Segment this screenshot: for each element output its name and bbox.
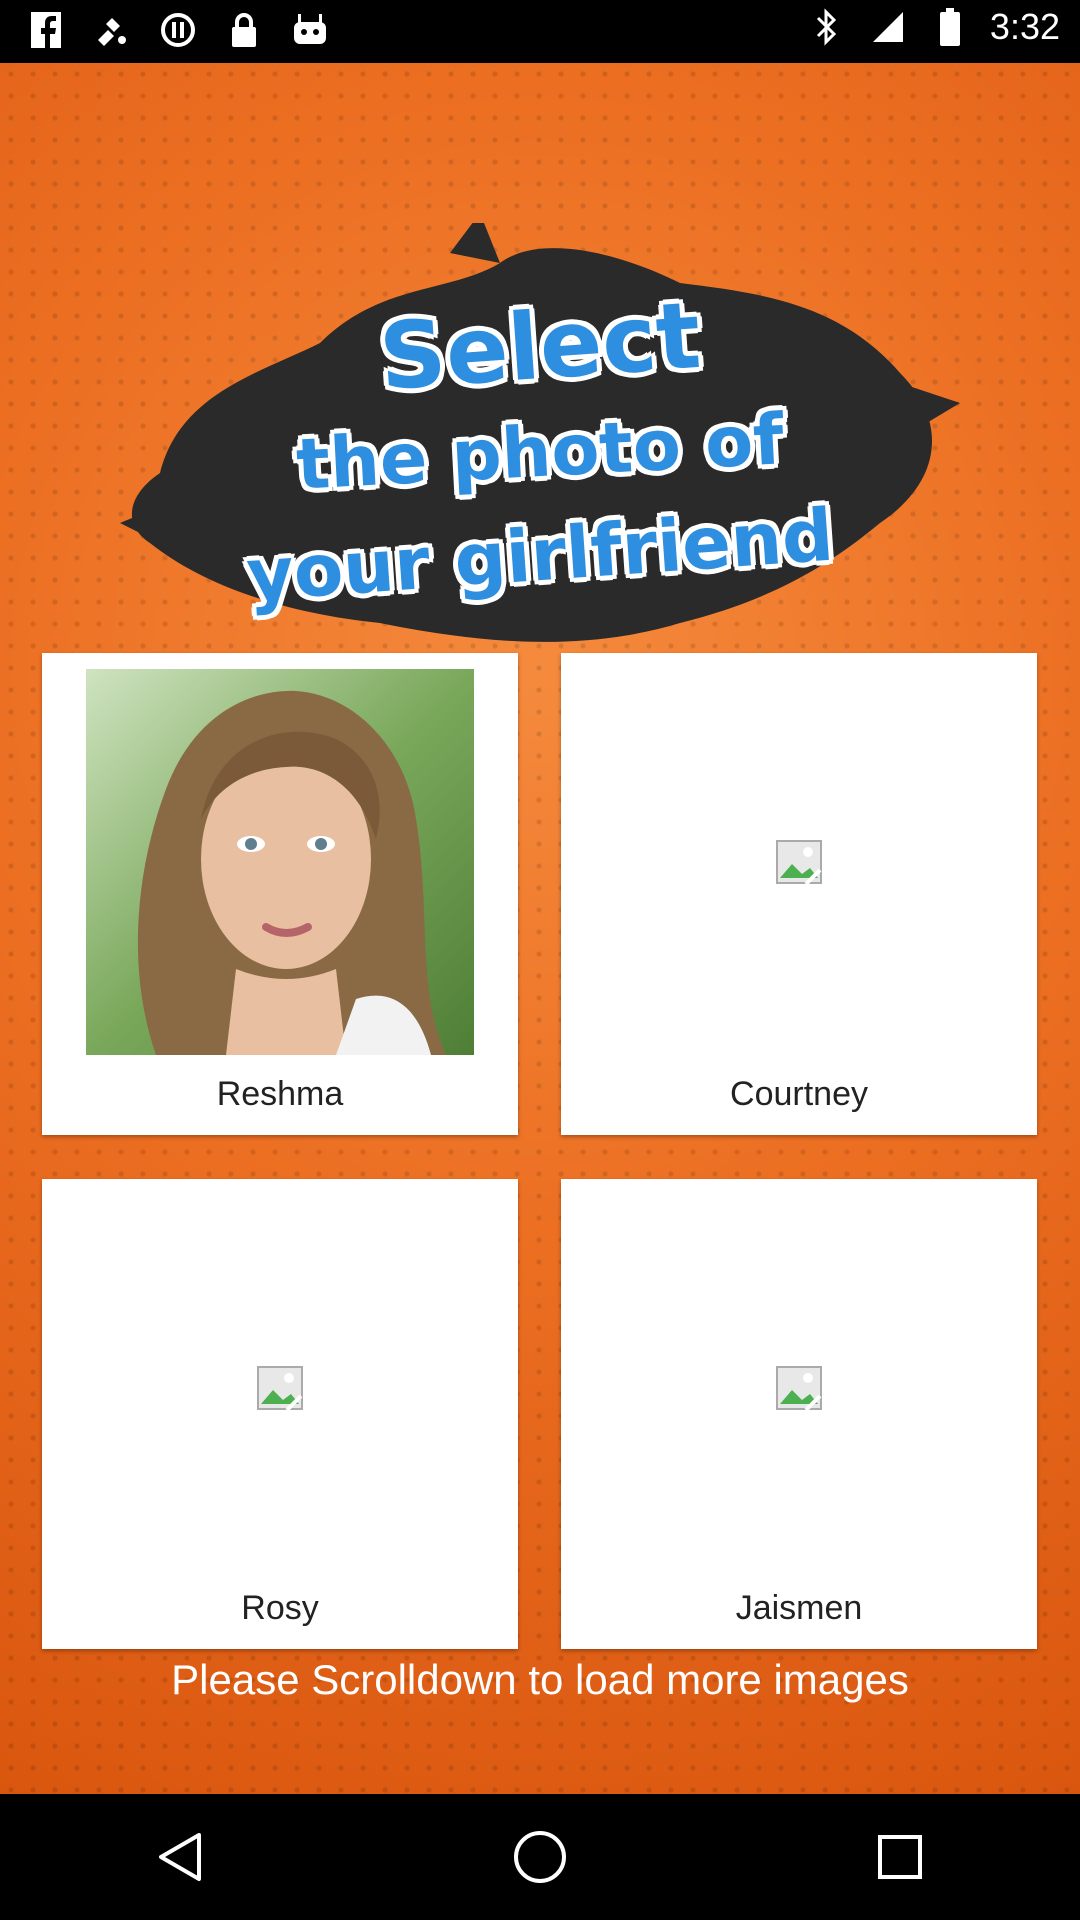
- card-photo: [86, 669, 474, 1055]
- lock-icon: [222, 10, 266, 50]
- home-icon[interactable]: [500, 1817, 580, 1897]
- card-photo: [605, 1195, 993, 1581]
- girlfriend-card-rosy[interactable]: Rosy: [42, 1179, 518, 1649]
- card-name: Rosy: [241, 1589, 319, 1627]
- card-name: Jaismen: [735, 1589, 863, 1627]
- card-name: Courtney: [730, 1075, 868, 1113]
- bluetooth-icon: [804, 7, 848, 47]
- girlfriend-card-jaismen[interactable]: Jaismen: [561, 1179, 1037, 1649]
- app-screen: Select the photo of your girlfriend Resh…: [0, 63, 1080, 1794]
- status-bar: 3:32: [0, 0, 1080, 63]
- girlfriend-card-courtney[interactable]: Courtney: [561, 653, 1037, 1135]
- card-photo: [86, 1195, 474, 1581]
- fake-gps-icon: [90, 10, 134, 50]
- status-time: 3:32: [989, 6, 1060, 47]
- card-name: Reshma: [216, 1075, 344, 1113]
- recents-icon[interactable]: [860, 1817, 940, 1897]
- broken-image-icon: [776, 840, 822, 884]
- card-photo: [605, 669, 993, 1055]
- android-icon: [288, 10, 332, 50]
- sync-icon: [156, 10, 200, 50]
- girl-portrait: [86, 669, 474, 1055]
- battery-icon: [928, 7, 972, 47]
- broken-image-icon: [776, 1366, 822, 1410]
- signal-icon: [866, 7, 910, 47]
- girlfriend-card-reshma[interactable]: Reshma: [42, 653, 518, 1135]
- facebook-icon: [24, 10, 68, 50]
- navigation-bar: [0, 1794, 1080, 1920]
- scroll-hint-text: Please Scrolldown to load more images: [171, 1656, 909, 1703]
- broken-image-icon: [257, 1366, 303, 1410]
- title-banner: Select the photo of your girlfriend: [120, 183, 960, 703]
- back-icon[interactable]: [140, 1817, 220, 1897]
